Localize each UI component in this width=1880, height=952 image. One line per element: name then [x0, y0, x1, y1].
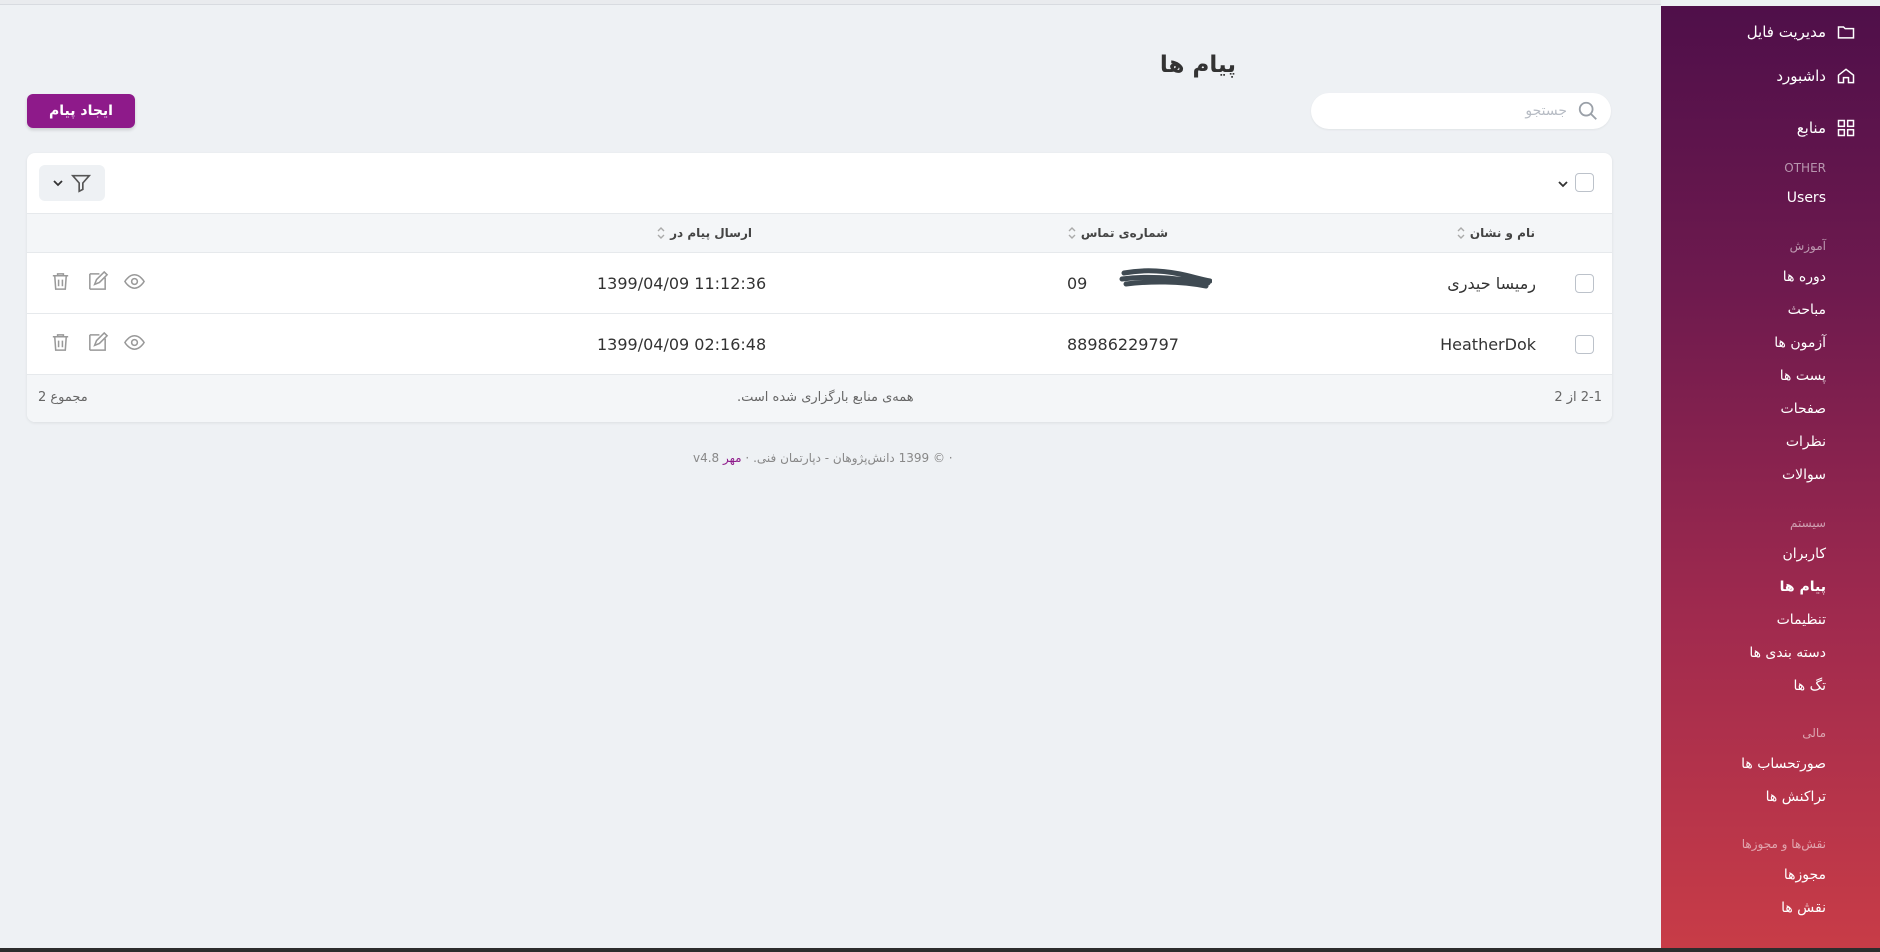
total-count: مجموع 2: [38, 390, 88, 405]
version-text: v4.8: [693, 451, 720, 465]
sidebar-item-pages[interactable]: صفحات: [1781, 401, 1826, 417]
create-message-button[interactable]: ایجاد پیام: [27, 94, 135, 128]
sidebar-item-categories[interactable]: دسته بندی ها: [1749, 645, 1826, 661]
bottom-border: [0, 948, 1880, 952]
sidebar-item-label: منابع: [1796, 119, 1826, 137]
sidebar-item-transactions[interactable]: تراکنش ها: [1766, 789, 1826, 805]
sidebar-item-courses[interactable]: دوره ها: [1783, 269, 1826, 285]
cell-sent-at: 1399/04/09 02:16:48: [597, 335, 767, 354]
sidebar-heading-system: سیستم: [1790, 516, 1826, 530]
redaction-scribble: [1119, 268, 1212, 289]
search-box: [1311, 93, 1611, 129]
edit-icon[interactable]: [86, 270, 109, 293]
sidebar-item-exams[interactable]: آزمون ها: [1774, 335, 1826, 351]
column-header-label: ارسال پیام در: [670, 226, 752, 240]
column-header-phone[interactable]: شماره‌ی تماس: [1067, 226, 1168, 240]
grid-icon: [1837, 119, 1855, 137]
top-border: [0, 0, 1661, 5]
sidebar-item-messages[interactable]: پیام ها: [1780, 579, 1826, 595]
table-row[interactable]: HeatherDok 88986229797 1399/04/09 02:16:…: [27, 314, 1612, 375]
search-icon: [1578, 101, 1597, 120]
table-header: نام و نشان شماره‌ی تماس ارسال پیام در: [27, 213, 1612, 253]
page-footer: · © 1399 دانش‌پژوهان - دپارتمان فنی. · م…: [693, 451, 953, 465]
cell-phone-text: 09: [1067, 274, 1088, 293]
sidebar-item-topics[interactable]: مباحث: [1788, 302, 1826, 318]
column-header-sent-at[interactable]: ارسال پیام در: [656, 226, 752, 240]
column-header-name[interactable]: نام و نشان: [1456, 226, 1535, 240]
cell-name: HeatherDok: [1440, 335, 1536, 354]
sort-icon: [1068, 227, 1076, 239]
sidebar-item-file-manager[interactable]: مدیریت فایل: [1747, 22, 1856, 42]
sidebar-heading-roles: نقش‌ها و مجوزها: [1741, 837, 1826, 851]
select-all-checkbox[interactable]: [1575, 173, 1594, 192]
sort-icon: [657, 227, 665, 239]
sidebar-item-users[interactable]: کاربران: [1783, 546, 1826, 562]
sidebar-item-comments[interactable]: نظرات: [1786, 434, 1826, 450]
column-header-label: شماره‌ی تماس: [1080, 226, 1168, 240]
sidebar-item-label: داشبورد: [1776, 67, 1826, 85]
search-input[interactable]: [1337, 103, 1567, 119]
sidebar-item-label: مدیریت فایل: [1746, 23, 1826, 41]
sidebar-item-resources[interactable]: منابع: [1797, 118, 1856, 138]
sidebar-item-dashboard[interactable]: داشبورد: [1776, 66, 1856, 86]
delete-icon[interactable]: [49, 331, 72, 354]
edit-icon[interactable]: [86, 331, 109, 354]
chevron-down-icon: [53, 180, 63, 187]
sort-icon: [1457, 227, 1465, 239]
sidebar-item-roles[interactable]: نقش ها: [1781, 900, 1826, 916]
sidebar-heading-finance: مالی: [1802, 726, 1826, 740]
table-footer: 2-1 از 2 همه‌ی منابع بارگزاری شده است. م…: [27, 375, 1612, 422]
messages-table-card: نام و نشان شماره‌ی تماس ارسال پیام در رم…: [27, 153, 1612, 422]
sidebar-heading-education: آموزش: [1789, 239, 1826, 253]
row-actions: [49, 270, 146, 293]
delete-icon[interactable]: [49, 270, 72, 293]
cell-sent-at: 1399/04/09 11:12:36: [597, 274, 767, 293]
row-checkbox[interactable]: [1575, 335, 1594, 354]
copyright-text: © 1399 دانش‌پژوهان - دپارتمان فنی.: [753, 451, 945, 465]
sidebar-heading-other: OTHER: [1784, 161, 1826, 175]
sidebar-item-tags[interactable]: تگ ها: [1793, 678, 1826, 694]
sidebar: مدیریت فایل داشبورد منابع OTHER Users آم…: [1661, 6, 1880, 948]
cell-phone: 88986229797: [1067, 335, 1179, 354]
filter-icon: [70, 174, 92, 193]
cell-name: رمیسا حیدری: [1447, 274, 1536, 293]
sidebar-item-users-en[interactable]: Users: [1787, 190, 1826, 206]
sidebar-item-posts[interactable]: پست ها: [1780, 368, 1826, 384]
brand-link[interactable]: مهر: [723, 451, 742, 465]
view-icon[interactable]: [123, 270, 146, 293]
sidebar-item-permissions[interactable]: مجوزها: [1784, 867, 1826, 883]
load-status: همه‌ی منابع بارگزاری شده است.: [737, 390, 914, 405]
select-menu-chevron-icon[interactable]: [1557, 178, 1569, 190]
home-icon: [1837, 68, 1855, 84]
folder-icon: [1837, 26, 1855, 39]
sidebar-item-settings[interactable]: تنظیمات: [1777, 612, 1826, 628]
row-actions: [49, 331, 146, 354]
pagination-info: 2-1 از 2: [1554, 390, 1602, 405]
view-icon[interactable]: [123, 331, 146, 354]
footer-dot: ·: [741, 451, 750, 465]
cell-phone: 09: [1067, 274, 1087, 293]
sidebar-item-questions[interactable]: سوالات: [1782, 467, 1826, 483]
footer-dot: ·: [944, 451, 953, 465]
column-header-label: نام و نشان: [1469, 226, 1535, 240]
sidebar-item-invoices[interactable]: صورتحساب ها: [1741, 756, 1826, 772]
row-checkbox[interactable]: [1575, 274, 1594, 293]
filter-button[interactable]: [39, 165, 105, 201]
table-row[interactable]: رمیسا حیدری 09 1399/04/09 11:12:36: [27, 253, 1612, 314]
page-title: پیام ها: [1159, 52, 1236, 78]
